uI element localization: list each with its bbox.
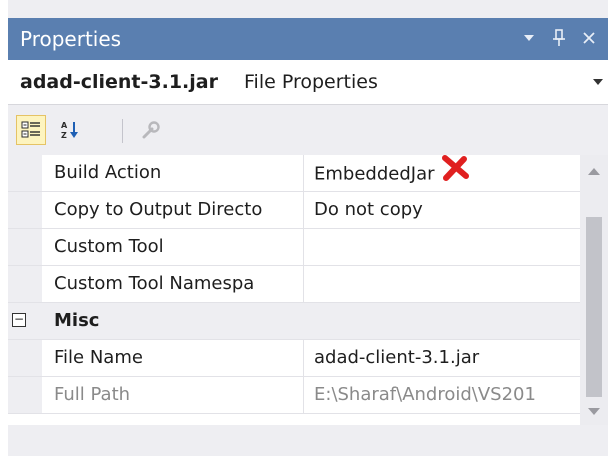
pin-icon[interactable] — [548, 26, 570, 50]
property-row-full-path[interactable]: Full Path E:\Sharaf\Android\VS201 — [8, 377, 580, 414]
property-name: Custom Tool Namespa — [54, 266, 304, 302]
property-row-build-action[interactable]: Build Action EmbeddedJar — [8, 155, 580, 192]
description-pane — [8, 425, 608, 456]
property-name: File Name — [54, 340, 304, 376]
object-name: adad-client-3.1.jar — [20, 71, 218, 93]
property-value[interactable]: Do not copy — [314, 192, 578, 228]
property-row-custom-tool[interactable]: Custom Tool — [8, 229, 580, 266]
collapse-icon[interactable]: − — [12, 313, 26, 327]
category-name: Misc — [54, 310, 100, 331]
scrollbar-thumb[interactable] — [586, 217, 602, 397]
property-value[interactable] — [314, 229, 578, 265]
property-name: Copy to Output Directo — [54, 192, 304, 228]
properties-panel: Properties adad-client-3.1.jar File Prop… — [8, 0, 608, 456]
property-name: Custom Tool — [54, 229, 304, 265]
property-row-custom-tool-namespace[interactable]: Custom Tool Namespa — [8, 266, 580, 303]
chevron-down-icon[interactable] — [588, 72, 608, 92]
property-grid: Build Action EmbeddedJar Copy to Output … — [8, 155, 608, 425]
panel-title: Properties — [20, 27, 122, 51]
close-icon[interactable] — [578, 26, 600, 50]
properties-toolbar: A Z — [8, 105, 608, 155]
alphabetical-icon[interactable]: A Z — [56, 115, 86, 145]
property-row-copy-to-output[interactable]: Copy to Output Directo Do not copy — [8, 192, 580, 229]
property-name: Full Path — [54, 377, 304, 413]
scroll-down-icon[interactable] — [586, 403, 602, 419]
property-value[interactable]: EmbeddedJar — [314, 155, 578, 191]
property-value[interactable] — [314, 266, 578, 302]
property-row-file-name[interactable]: File Name adad-client-3.1.jar — [8, 340, 580, 377]
categorized-icon[interactable] — [16, 115, 46, 145]
property-pages-icon[interactable] — [136, 115, 166, 145]
red-x-marker-icon — [441, 155, 469, 191]
object-type: File Properties — [244, 71, 378, 93]
property-value[interactable]: E:\Sharaf\Android\VS201 — [314, 377, 578, 413]
property-name: Build Action — [54, 155, 304, 191]
window-position-icon[interactable] — [518, 26, 540, 50]
title-bar[interactable]: Properties — [8, 18, 608, 60]
svg-text:A: A — [61, 121, 68, 130]
svg-text:Z: Z — [61, 131, 67, 140]
toolbar-separator — [122, 119, 123, 143]
vertical-scrollbar[interactable] — [580, 155, 608, 425]
scroll-up-icon[interactable] — [586, 163, 602, 179]
property-value[interactable]: adad-client-3.1.jar — [314, 340, 578, 376]
category-row-misc[interactable]: − Misc — [8, 303, 580, 340]
object-selector[interactable]: adad-client-3.1.jar File Properties — [8, 60, 608, 105]
